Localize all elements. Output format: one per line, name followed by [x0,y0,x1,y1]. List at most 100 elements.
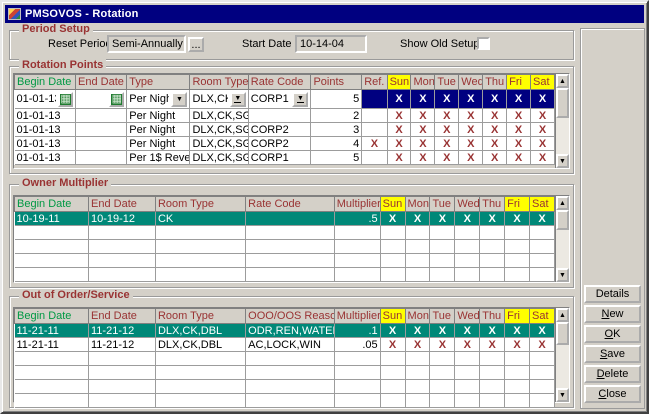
cell-ooo-oos-reason[interactable]: AC,LOCK,WIN [246,338,335,352]
lov-icon[interactable]: ▼ [230,92,246,107]
cell-begin-date[interactable]: 01-01-13 [15,137,76,151]
cell-sun[interactable]: X [380,338,405,352]
cell-end-date[interactable] [89,240,156,254]
cell-type[interactable]: Per 1$ Revenue [127,151,190,165]
cell-sat[interactable]: X [531,90,555,109]
cell-tue[interactable]: X [435,109,459,123]
cell-points[interactable]: 4 [311,137,362,151]
cell-begin-date[interactable] [15,394,89,408]
cell-rate-code[interactable]: CORP1▼ [248,90,311,109]
cell-wed[interactable]: X [459,90,483,109]
scrollbar-track[interactable] [556,88,569,154]
cell-fri[interactable] [505,366,530,380]
cell-multiplier[interactable] [334,254,380,268]
cell-mon[interactable] [405,394,430,408]
cell-wed[interactable] [455,226,480,240]
cell-thu[interactable] [480,268,505,282]
cell-begin-date[interactable]: 01-01-13 [15,109,76,123]
cell-wed[interactable] [455,380,480,394]
cell-mon[interactable] [405,254,430,268]
cell-sat[interactable] [530,380,555,394]
close-button[interactable]: Close [584,385,641,403]
cell-ref[interactable] [362,90,387,109]
cell-multiplier[interactable] [334,240,380,254]
cell-room-type[interactable]: DLX,CK,SGK,KO▼ [190,90,248,109]
cell-room-type[interactable]: DLX,CK,SGK,KO [190,151,248,165]
cell-tue[interactable] [430,366,455,380]
cell-sun[interactable] [380,366,405,380]
cell-ooo-oos-reason[interactable] [246,352,335,366]
cell-tue[interactable]: X [435,90,459,109]
cell-thu[interactable] [480,240,505,254]
scrollbar-track[interactable] [556,210,569,268]
cell-room-type[interactable] [155,380,245,394]
cell-fri[interactable]: X [505,212,530,226]
cell-mon[interactable] [405,380,430,394]
scrollbar-thumb[interactable] [556,88,569,118]
cell-end-date[interactable] [89,254,156,268]
cell-multiplier[interactable] [334,380,380,394]
cell-multiplier[interactable] [334,352,380,366]
cell-tue[interactable]: X [430,324,455,338]
cell-fri[interactable]: X [507,90,531,109]
cell-tue[interactable]: X [435,123,459,137]
cell-end-date[interactable]: 10-19-12 [89,212,156,226]
cell-ref[interactable] [362,109,387,123]
cell-sat[interactable]: X [531,151,555,165]
cell-fri[interactable]: X [505,324,530,338]
cell-sun[interactable] [380,226,405,240]
cell-mon[interactable]: X [411,109,435,123]
cell-ref[interactable] [362,151,387,165]
cell-sun[interactable]: X [380,324,405,338]
vertical-scrollbar[interactable]: ▲▼ [555,196,569,282]
cell-room-type[interactable]: CK [155,212,245,226]
cell-wed[interactable]: X [455,324,480,338]
cell-ref[interactable]: X [362,137,387,151]
cell-end-date[interactable] [89,268,156,282]
cell-thu[interactable]: X [483,90,507,109]
cell-begin-date[interactable]: 01-01-13 [15,151,76,165]
cell-begin-date[interactable] [15,268,89,282]
cell-sun[interactable] [380,352,405,366]
app-icon[interactable] [8,8,21,20]
save-button[interactable]: Save [584,345,641,363]
cell-sun[interactable] [380,240,405,254]
cell-wed[interactable] [455,254,480,268]
cell-fri[interactable] [505,226,530,240]
ok-button[interactable]: OK [584,325,641,343]
cell-thu[interactable] [480,352,505,366]
cell-begin-date[interactable]: 10-19-11 [15,212,89,226]
cell-room-type[interactable] [155,254,245,268]
cell-end-date[interactable] [89,226,156,240]
cell-sat[interactable] [530,254,555,268]
cell-room-type[interactable] [155,268,245,282]
delete-button[interactable]: Delete [584,365,641,383]
cell-begin-date[interactable]: 11-21-11 [15,338,89,352]
cell-type[interactable]: Per Night▼ [127,90,190,109]
cell-sun[interactable]: X [387,123,411,137]
cell-room-type[interactable] [155,240,245,254]
scrollbar-thumb[interactable] [556,210,569,230]
cell-tue[interactable] [430,254,455,268]
cell-mon[interactable]: X [405,338,430,352]
cell-multiplier[interactable] [334,394,380,408]
cell-sat[interactable] [530,226,555,240]
cell-ooo-oos-reason[interactable] [246,366,335,380]
cell-sun[interactable]: X [387,137,411,151]
cell-rate-code[interactable] [246,240,335,254]
cell-fri[interactable] [505,394,530,408]
cell-tue[interactable] [430,240,455,254]
cell-begin-date[interactable]: 11-21-11 [15,324,89,338]
cell-thu[interactable] [480,394,505,408]
cell-room-type[interactable] [155,394,245,408]
cell-thu[interactable]: X [483,123,507,137]
cell-wed[interactable]: X [455,338,480,352]
cell-sat[interactable]: X [531,123,555,137]
cell-sun[interactable] [380,254,405,268]
cell-end-date[interactable] [89,366,156,380]
cell-type[interactable]: Per Night [127,109,190,123]
cell-room-type[interactable]: DLX,CK,SGK,KO [190,123,248,137]
cell-wed[interactable]: X [459,137,483,151]
cell-thu[interactable] [480,380,505,394]
cell-mon[interactable]: X [411,151,435,165]
